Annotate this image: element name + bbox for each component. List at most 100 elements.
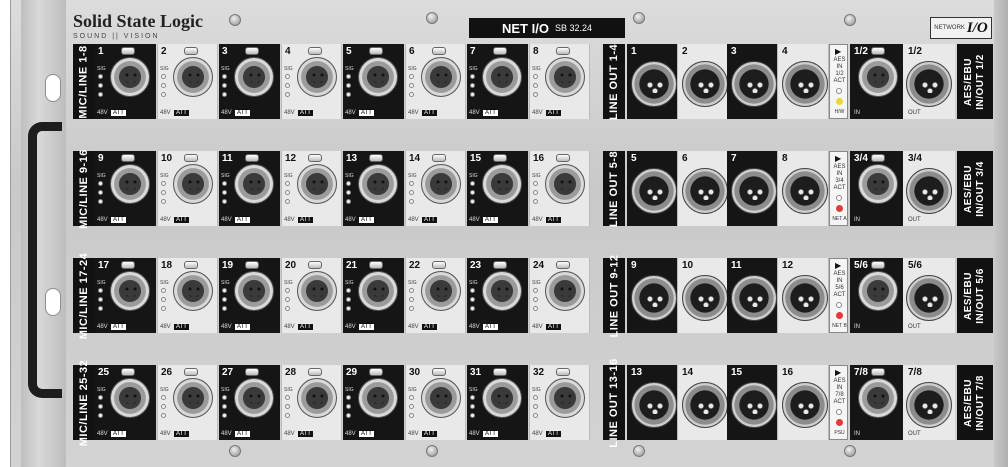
xlr-latch[interactable] — [369, 368, 383, 376]
aes-xlr-input[interactable] — [858, 164, 898, 204]
aes-xlr-input[interactable] — [858, 57, 898, 97]
xlr-latch[interactable] — [245, 261, 259, 269]
xlr-female-input[interactable] — [110, 271, 150, 311]
xlr-male-output[interactable] — [731, 275, 777, 321]
xlr-female-input[interactable] — [482, 164, 522, 204]
xlr-latch[interactable] — [432, 47, 446, 55]
xlr-latch[interactable] — [871, 47, 885, 55]
xlr-female-input[interactable] — [545, 271, 585, 311]
xlr-latch[interactable] — [245, 368, 259, 376]
aes-xlr-input[interactable] — [858, 378, 898, 418]
xlr-male-output[interactable] — [631, 382, 677, 428]
xlr-female-input[interactable] — [173, 378, 213, 418]
xlr-latch[interactable] — [369, 47, 383, 55]
xlr-female-input[interactable] — [421, 271, 461, 311]
xlr-female-input[interactable] — [545, 57, 585, 97]
xlr-latch[interactable] — [308, 154, 322, 162]
xlr-latch[interactable] — [493, 154, 507, 162]
xlr-latch[interactable] — [184, 368, 198, 376]
xlr-male-output[interactable] — [631, 275, 677, 321]
led-column — [285, 288, 295, 315]
xlr-latch[interactable] — [184, 261, 198, 269]
xlr-female-input[interactable] — [173, 164, 213, 204]
aes-xlr-output[interactable] — [906, 61, 952, 107]
xlr-female-input[interactable] — [482, 271, 522, 311]
screw-icon — [844, 445, 856, 457]
xlr-female-input[interactable] — [234, 57, 274, 97]
network-io-logo: NETWORK I/O — [930, 17, 992, 39]
xlr-female-input[interactable] — [110, 378, 150, 418]
xlr-latch[interactable] — [493, 47, 507, 55]
xlr-female-input[interactable] — [545, 164, 585, 204]
rack-handle[interactable] — [28, 122, 62, 398]
xlr-latch[interactable] — [245, 47, 259, 55]
xlr-latch[interactable] — [871, 154, 885, 162]
xlr-latch[interactable] — [493, 261, 507, 269]
aes-xlr-output[interactable] — [906, 275, 952, 321]
xlr-latch[interactable] — [432, 368, 446, 376]
xlr-female-input[interactable] — [173, 57, 213, 97]
xlr-female-input[interactable] — [297, 271, 337, 311]
xlr-latch[interactable] — [121, 261, 135, 269]
xlr-latch[interactable] — [493, 368, 507, 376]
xlr-male-output[interactable] — [782, 168, 828, 214]
aes-xlr-output[interactable] — [906, 168, 952, 214]
xlr-male-output[interactable] — [631, 168, 677, 214]
xlr-male-output[interactable] — [782, 275, 828, 321]
xlr-male-output[interactable] — [731, 168, 777, 214]
xlr-latch[interactable] — [556, 261, 570, 269]
xlr-latch[interactable] — [369, 154, 383, 162]
xlr-female-input[interactable] — [358, 57, 398, 97]
aes-xlr-output[interactable] — [906, 382, 952, 428]
xlr-latch[interactable] — [121, 47, 135, 55]
aes-in-label: IN — [854, 324, 860, 330]
xlr-male-output[interactable] — [682, 61, 728, 107]
xlr-latch[interactable] — [432, 154, 446, 162]
xlr-male-output[interactable] — [782, 382, 828, 428]
xlr-female-input[interactable] — [234, 271, 274, 311]
xlr-female-input[interactable] — [482, 57, 522, 97]
xlr-female-input[interactable] — [482, 378, 522, 418]
xlr-latch[interactable] — [556, 47, 570, 55]
xlr-latch[interactable] — [369, 261, 383, 269]
xlr-latch[interactable] — [556, 154, 570, 162]
48v-led — [285, 190, 290, 195]
xlr-female-input[interactable] — [110, 164, 150, 204]
xlr-female-input[interactable] — [358, 378, 398, 418]
xlr-female-input[interactable] — [297, 57, 337, 97]
xlr-female-input[interactable] — [110, 57, 150, 97]
xlr-female-input[interactable] — [421, 57, 461, 97]
xlr-latch[interactable] — [121, 368, 135, 376]
xlr-latch[interactable] — [871, 261, 885, 269]
xlr-latch[interactable] — [121, 154, 135, 162]
xlr-latch[interactable] — [308, 47, 322, 55]
xlr-latch[interactable] — [432, 261, 446, 269]
xlr-female-input[interactable] — [545, 378, 585, 418]
aes-xlr-input[interactable] — [858, 271, 898, 311]
xlr-female-input[interactable] — [234, 378, 274, 418]
xlr-latch[interactable] — [556, 368, 570, 376]
xlr-latch[interactable] — [308, 368, 322, 376]
xlr-male-output[interactable] — [682, 382, 728, 428]
phantom-48v-label: 48V — [97, 431, 108, 437]
xlr-latch[interactable] — [184, 47, 198, 55]
xlr-female-input[interactable] — [297, 164, 337, 204]
xlr-female-input[interactable] — [234, 164, 274, 204]
xlr-female-input[interactable] — [421, 164, 461, 204]
xlr-male-output[interactable] — [682, 275, 728, 321]
xlr-male-output[interactable] — [731, 382, 777, 428]
xlr-female-input[interactable] — [421, 378, 461, 418]
xlr-latch[interactable] — [184, 154, 198, 162]
xlr-male-output[interactable] — [682, 168, 728, 214]
xlr-latch[interactable] — [245, 154, 259, 162]
xlr-female-input[interactable] — [358, 164, 398, 204]
xlr-female-input[interactable] — [173, 271, 213, 311]
xlr-latch[interactable] — [871, 368, 885, 376]
xlr-latch[interactable] — [308, 261, 322, 269]
xlr-female-input[interactable] — [297, 378, 337, 418]
phantom-48v-label: 48V — [469, 431, 480, 437]
xlr-female-input[interactable] — [358, 271, 398, 311]
xlr-male-output[interactable] — [631, 61, 677, 107]
xlr-male-output[interactable] — [782, 61, 828, 107]
xlr-male-output[interactable] — [731, 61, 777, 107]
